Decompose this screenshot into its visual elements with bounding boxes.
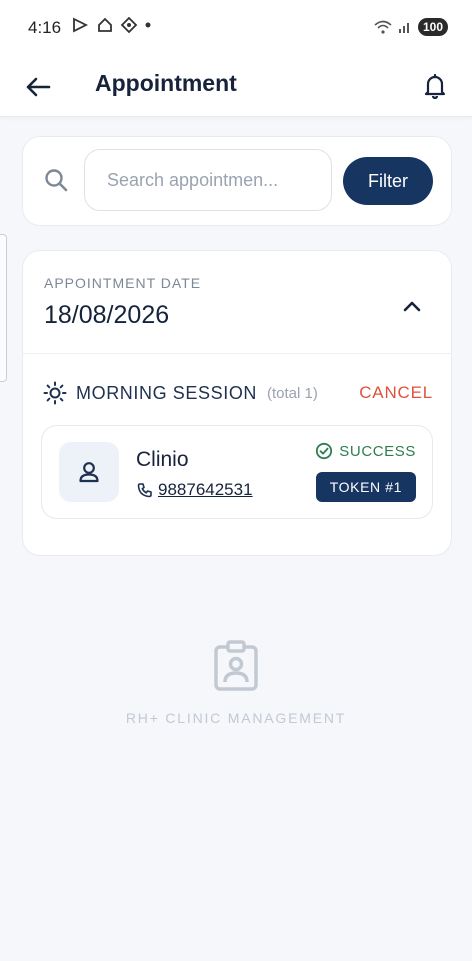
diamond-icon bbox=[120, 17, 138, 33]
session-title: MORNING SESSION bbox=[76, 383, 258, 403]
appointment-date-card: APPOINTMENT DATE 18/08/2026 MORNING SESS… bbox=[22, 250, 452, 556]
filter-button[interactable]: Filter bbox=[343, 157, 433, 205]
phone-icon bbox=[137, 483, 152, 498]
badge-id-icon bbox=[214, 640, 258, 691]
notifications-button[interactable] bbox=[418, 69, 452, 103]
battery-indicator: 100 bbox=[417, 18, 448, 36]
status-badge: SUCCESS bbox=[315, 442, 416, 460]
home-icon bbox=[98, 17, 112, 32]
sun-icon bbox=[43, 381, 67, 405]
search-icon bbox=[45, 169, 68, 192]
play-store-icon bbox=[73, 17, 89, 33]
search-input[interactable] bbox=[84, 149, 332, 211]
user-icon bbox=[79, 462, 99, 483]
appointment-date-label: APPOINTMENT DATE bbox=[44, 275, 202, 291]
status-system-icons: 100 bbox=[374, 18, 448, 36]
back-arrow-icon bbox=[26, 77, 51, 97]
cancel-session-button[interactable]: CANCEL bbox=[359, 383, 433, 403]
patient-phone-link[interactable]: 9887642531 bbox=[158, 480, 253, 500]
app-bar: Appointment bbox=[0, 58, 472, 117]
status-text: SUCCESS bbox=[339, 442, 416, 460]
status-bar: 4:16 100 bbox=[0, 0, 472, 58]
wifi-icon bbox=[374, 20, 392, 34]
token-badge: TOKEN #1 bbox=[315, 472, 416, 502]
dot-icon bbox=[145, 22, 151, 28]
session-total: (total 1) bbox=[267, 385, 318, 402]
session-header: MORNING SESSION (total 1) CANCEL bbox=[43, 379, 433, 407]
patient-name: Clinio bbox=[136, 448, 189, 471]
back-button[interactable] bbox=[22, 71, 54, 103]
brand-name: RH+ CLINIC MANAGEMENT bbox=[125, 710, 347, 726]
status-notification-icons bbox=[72, 17, 152, 33]
page-title: Appointment bbox=[95, 70, 237, 96]
collapse-button[interactable] bbox=[397, 291, 427, 321]
chevron-up-icon bbox=[403, 301, 421, 312]
side-drawer-handle[interactable] bbox=[0, 234, 7, 382]
check-circle-icon bbox=[316, 442, 333, 460]
search-card: Filter bbox=[22, 136, 452, 226]
footer-branding: RH+ CLINIC MANAGEMENT bbox=[0, 638, 472, 738]
status-time: 4:16 bbox=[28, 18, 62, 37]
bell-icon bbox=[424, 73, 446, 99]
divider bbox=[23, 353, 451, 354]
appointment-item[interactable]: Clinio 9887642531 SUCCESS TOKEN #1 bbox=[41, 425, 433, 519]
avatar bbox=[59, 442, 119, 502]
signal-icon bbox=[398, 23, 409, 33]
appointment-date-value[interactable]: 18/08/2026 bbox=[44, 301, 169, 330]
